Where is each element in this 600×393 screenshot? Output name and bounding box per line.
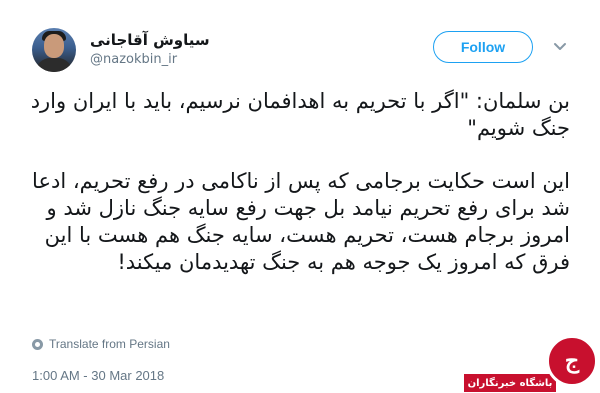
follow-button[interactable]: Follow (433, 31, 533, 63)
avatar[interactable] (32, 28, 76, 72)
translate-label: Translate from Persian (49, 337, 170, 351)
watermark-label: باشگاه خبرنگاران (464, 374, 556, 392)
tweet-paragraph-2: این است حکایت برجامی که پس از ناکامی در … (32, 169, 570, 274)
globe-icon (32, 338, 43, 350)
display-name[interactable]: سیاوش آقاجانی (90, 31, 210, 49)
tweet-paragraph-1: بن سلمان: "اگر با تحریم به اهدافمان نرسی… (30, 89, 570, 140)
avatar-face (44, 34, 64, 58)
user-handle[interactable]: @nazokbin_ir (90, 52, 177, 67)
translate-link[interactable]: Translate from Persian (32, 337, 170, 351)
tweet-header: سیاوش آقاجانی @nazokbin_ir Follow (0, 0, 600, 80)
avatar-body (36, 58, 72, 72)
tweet-text: بن سلمان: "اگر با تحریم به اهدافمان نرسی… (30, 88, 570, 276)
chevron-down-icon[interactable] (553, 40, 567, 54)
tweet-timestamp[interactable]: 1:00 AM - 30 Mar 2018 (32, 368, 164, 383)
watermark-logo: ج (546, 335, 598, 387)
